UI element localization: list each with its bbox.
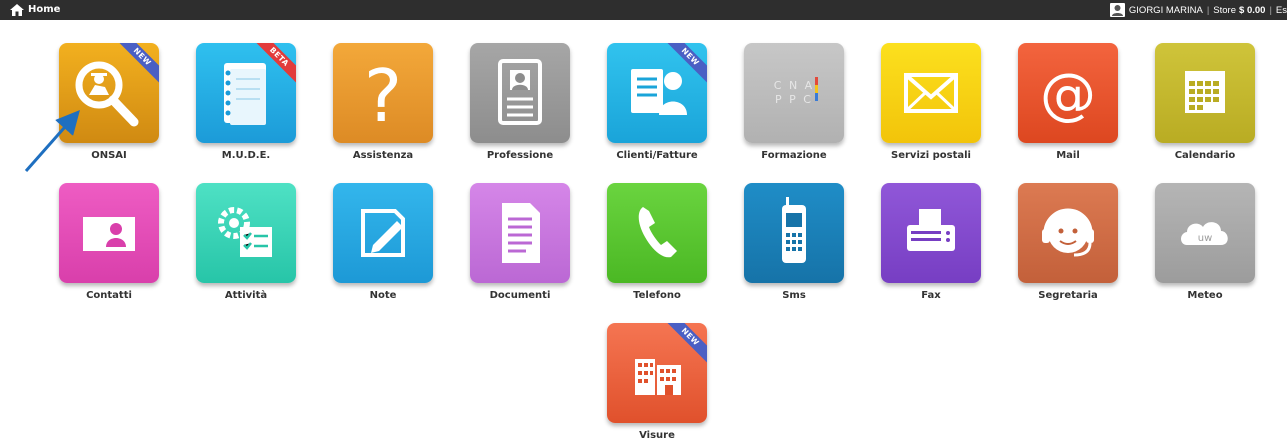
app-tile-face[interactable]: [470, 183, 570, 283]
app-tile-label[interactable]: Assistenza: [313, 150, 453, 161]
app-tile-face[interactable]: [744, 183, 844, 283]
mobile-phone-icon: [782, 197, 806, 263]
svg-text:@: @: [1040, 62, 1096, 127]
app-tile-face[interactable]: [881, 183, 981, 283]
app-tile-label[interactable]: Segretaria: [998, 290, 1138, 301]
app-tile-label[interactable]: Fax: [861, 290, 1001, 301]
svg-text:uw: uw: [1198, 233, 1213, 244]
at-sign-icon: @: [1040, 62, 1096, 127]
user-name[interactable]: GIORGI MARINA: [1129, 5, 1203, 16]
app-tile-visure[interactable]: NEW Visure: [607, 323, 707, 439]
app-tile-documenti[interactable]: Documenti: [470, 183, 570, 301]
app-tile-face[interactable]: [1018, 183, 1118, 283]
app-tile-m-u-d-e[interactable]: BETA M.U.D.E.: [196, 43, 296, 161]
app-tile-formazione[interactable]: C N AP P C Formazione: [744, 43, 844, 161]
top-bar: Home GIORGI MARINA | Store $ 0.00 | Es: [0, 0, 1287, 20]
app-tile-face[interactable]: [607, 183, 707, 283]
app-tile-label[interactable]: Note: [313, 290, 453, 301]
app-tile-label[interactable]: M.U.D.E.: [176, 150, 316, 161]
svg-text:C N A: C N A: [774, 79, 814, 92]
app-tile-face[interactable]: NEW: [59, 43, 159, 143]
app-tile-telefono[interactable]: Telefono: [607, 183, 707, 301]
cna-ppc-logo: C N AP P C: [774, 77, 818, 106]
phone-handset-icon: [638, 207, 677, 258]
app-tile-mail[interactable]: @ Mail: [1018, 43, 1118, 161]
app-tile-face[interactable]: [470, 43, 570, 143]
app-tile-professione[interactable]: Professione: [470, 43, 570, 161]
app-tile-label[interactable]: Attività: [176, 290, 316, 301]
gear-checklist-icon: [218, 207, 272, 257]
app-tile-face[interactable]: [59, 183, 159, 283]
app-tile-face[interactable]: [333, 183, 433, 283]
app-tile-label[interactable]: Telefono: [587, 290, 727, 301]
home-link[interactable]: Home: [28, 3, 60, 17]
app-tile-contatti[interactable]: Contatti: [59, 183, 159, 301]
app-tile-assistenza[interactable]: ? Assistenza: [333, 43, 433, 161]
app-tile-label[interactable]: Mail: [998, 150, 1138, 161]
id-card-icon: [498, 59, 542, 125]
cloud-icon: uw: [1181, 222, 1228, 245]
app-tile-label[interactable]: Calendario: [1135, 150, 1275, 161]
separator: |: [1269, 4, 1272, 16]
headset-operator-icon: [1042, 208, 1094, 257]
app-tile-face[interactable]: C N AP P C: [744, 43, 844, 143]
app-tile-label[interactable]: Documenti: [450, 290, 590, 301]
app-tile-face[interactable]: ?: [333, 43, 433, 143]
document-icon: [502, 203, 540, 263]
calendar-icon: [1185, 71, 1225, 113]
app-tile-face[interactable]: [1155, 43, 1255, 143]
svg-text:P P C: P P C: [775, 93, 813, 106]
app-tile-label[interactable]: Meteo: [1135, 290, 1275, 301]
app-tile-label[interactable]: Professione: [450, 150, 590, 161]
app-tile-note[interactable]: Note: [333, 183, 433, 301]
app-tile-label[interactable]: Clienti/Fatture: [587, 150, 727, 161]
app-tile-label[interactable]: Visure: [587, 430, 727, 439]
app-tile-label[interactable]: Sms: [724, 290, 864, 301]
app-tile-face[interactable]: uw: [1155, 183, 1255, 283]
exit-link[interactable]: Es: [1276, 5, 1287, 16]
store-label[interactable]: Store: [1213, 5, 1236, 16]
app-tile-face[interactable]: NEW: [607, 323, 707, 423]
app-tile-fax[interactable]: Fax: [881, 183, 981, 301]
app-tile-label[interactable]: ONSAI: [39, 150, 179, 161]
app-tile-sms[interactable]: Sms: [744, 183, 844, 301]
user-avatar-icon[interactable]: [1109, 3, 1125, 17]
question-mark-icon: ?: [364, 54, 402, 138]
home-icon[interactable]: [9, 3, 25, 17]
contact-card-icon: [83, 217, 135, 251]
app-tile-label[interactable]: Contatti: [39, 290, 179, 301]
svg-text:?: ?: [364, 54, 402, 138]
app-tile-face[interactable]: [881, 43, 981, 143]
app-tile-label[interactable]: Formazione: [724, 150, 864, 161]
app-tile-label[interactable]: Servizi postali: [861, 150, 1001, 161]
app-tile-attivit[interactable]: Attività: [196, 183, 296, 301]
fax-icon: [907, 209, 955, 251]
store-balance[interactable]: $ 0.00: [1239, 5, 1265, 16]
app-tile-segretaria[interactable]: Segretaria: [1018, 183, 1118, 301]
app-tile-face[interactable]: NEW: [607, 43, 707, 143]
user-area: GIORGI MARINA | Store $ 0.00 | Es: [1109, 0, 1287, 20]
app-tile-clienti-fatture[interactable]: NEW Clienti/Fatture: [607, 43, 707, 161]
separator: |: [1206, 4, 1210, 16]
app-tile-face[interactable]: @: [1018, 43, 1118, 143]
note-pencil-icon: [361, 209, 405, 257]
app-tile-meteo[interactable]: uw Meteo: [1155, 183, 1255, 301]
app-tile-calendario[interactable]: Calendario: [1155, 43, 1255, 161]
app-tile-face[interactable]: BETA: [196, 43, 296, 143]
app-tile-servizi-postali[interactable]: Servizi postali: [881, 43, 981, 161]
envelope-icon: [904, 73, 958, 113]
app-tile-face[interactable]: [196, 183, 296, 283]
app-tile-onsai[interactable]: NEW ONSAI: [59, 43, 159, 161]
